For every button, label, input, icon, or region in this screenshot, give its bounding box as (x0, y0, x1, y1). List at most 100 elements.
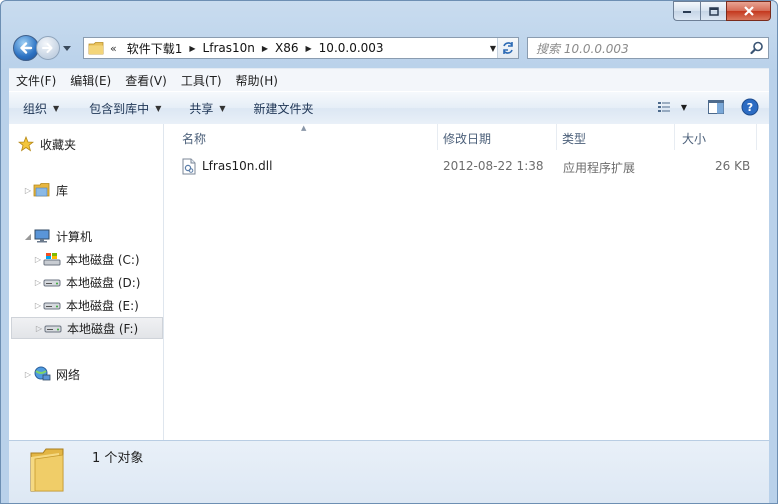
sidebar-label: 网络 (56, 367, 81, 382)
menu-tools[interactable]: 工具(T) (174, 72, 229, 89)
explorer-window: « 软件下载1 ▶ Lfras10n ▶ X86 ▶ 10.0.0.003 ▼ 搜索 … (0, 0, 778, 504)
breadcrumb-4[interactable]: 10.0.0.003 (315, 41, 388, 55)
column-divider[interactable] (437, 124, 438, 150)
system-drive-icon (43, 251, 61, 267)
expand-arrow-icon[interactable]: ▷ (33, 278, 43, 287)
breadcrumb-label: Lfras10n (202, 41, 255, 55)
main-area: 收藏夹 ▷ 库 ◢ 计算机 ▷ 本地磁盘 (C:) ▷ 本地磁盘 (D:) ▷ … (9, 124, 769, 441)
menu-edit[interactable]: 编辑(E) (63, 72, 118, 89)
dropdown-arrow-icon: ▼ (53, 103, 60, 113)
search-icon[interactable] (750, 41, 764, 55)
folder-icon (30, 448, 64, 492)
column-header-size[interactable]: 大小 (682, 130, 706, 147)
breadcrumb-3[interactable]: X86 ▶ (271, 41, 315, 55)
sidebar-item-computer[interactable]: ◢ 计算机 (23, 225, 92, 247)
menu-view[interactable]: 查看(V) (118, 72, 174, 89)
breadcrumb-overflow[interactable]: « (110, 42, 117, 55)
new-folder-label: 新建文件夹 (253, 101, 314, 116)
file-row[interactable]: Lfras10n.dll 2012-08-22 1:38 应用程序扩展 26 K… (180, 156, 769, 178)
expand-arrow-icon[interactable]: ▷ (34, 324, 44, 333)
star-icon (17, 136, 35, 152)
file-size: 26 KB (715, 159, 751, 173)
breadcrumb-arrow-icon[interactable]: ▶ (303, 44, 315, 53)
arrow-right-icon (42, 43, 53, 53)
drive-icon (43, 274, 61, 290)
menu-file[interactable]: 文件(F) (9, 72, 63, 89)
column-divider[interactable] (556, 124, 557, 150)
drive-icon (43, 297, 61, 313)
navigation-buttons (13, 35, 72, 61)
recent-pages-button[interactable] (62, 43, 72, 53)
column-header-modified[interactable]: 修改日期 (443, 130, 491, 147)
svg-text:?: ? (747, 101, 753, 114)
drive-icon (44, 320, 62, 336)
share-button[interactable]: 共享 ▼ (171, 100, 235, 117)
sidebar-item-favorites[interactable]: 收藏夹 (17, 133, 76, 155)
menu-help[interactable]: 帮助(H) (229, 72, 285, 89)
preview-pane-button[interactable] (707, 99, 725, 115)
organize-label: 组织 (23, 101, 48, 116)
breadcrumb-arrow-icon[interactable]: ▶ (259, 44, 271, 53)
help-icon: ? (741, 98, 759, 116)
expand-arrow-icon[interactable]: ▷ (23, 370, 33, 379)
computer-icon (33, 228, 51, 244)
sidebar-label: 收藏夹 (40, 137, 77, 152)
sidebar-item-drive-c[interactable]: ▷ 本地磁盘 (C:) (33, 248, 140, 270)
include-in-library-button[interactable]: 包含到库中 ▼ (69, 100, 171, 117)
item-count: 1 个对象 (92, 451, 144, 466)
dll-file-icon (182, 158, 196, 178)
details-pane: 1 个对象 (9, 440, 769, 503)
expand-arrow-icon[interactable]: ▷ (23, 186, 33, 195)
sidebar-item-drive-f[interactable]: ▷ 本地磁盘 (F:) (11, 317, 163, 339)
breadcrumb-1[interactable]: 软件下载1 ▶ (123, 40, 199, 57)
change-view-button[interactable]: ▼ (657, 100, 687, 114)
file-modified: 2012-08-22 1:38 (443, 159, 544, 173)
address-history-dropdown[interactable]: ▼ (490, 38, 496, 58)
breadcrumb-arrow-icon[interactable]: ▶ (186, 44, 198, 53)
address-bar[interactable]: « 软件下载1 ▶ Lfras10n ▶ X86 ▶ 10.0.0.003 ▼ (83, 37, 519, 59)
file-name: Lfras10n.dll (202, 159, 273, 173)
sidebar-item-libraries[interactable]: ▷ 库 (23, 179, 68, 201)
view-dropdown-icon[interactable]: ▼ (681, 103, 687, 112)
breadcrumb-2[interactable]: Lfras10n ▶ (199, 41, 271, 55)
help-button[interactable]: ? (741, 98, 759, 116)
minimize-icon (683, 11, 691, 13)
new-folder-button[interactable]: 新建文件夹 (236, 100, 324, 117)
sidebar-label: 本地磁盘 (E:) (66, 298, 139, 313)
collapse-arrow-icon[interactable]: ◢ (23, 232, 33, 241)
column-divider[interactable] (756, 124, 757, 150)
sidebar-item-drive-e[interactable]: ▷ 本地磁盘 (E:) (33, 294, 139, 316)
minimize-button[interactable] (673, 1, 700, 21)
maximize-button[interactable] (700, 1, 726, 21)
close-button[interactable] (726, 1, 771, 21)
column-header-name[interactable]: 名称 (182, 130, 206, 147)
expand-arrow-icon[interactable]: ▷ (33, 301, 43, 310)
column-header-type[interactable]: 类型 (562, 130, 586, 147)
arrow-left-icon (20, 42, 33, 54)
navigation-pane: 收藏夹 ▷ 库 ◢ 计算机 ▷ 本地磁盘 (C:) ▷ 本地磁盘 (D:) ▷ … (9, 124, 164, 441)
chevron-down-icon (63, 45, 71, 51)
caption-buttons (673, 1, 771, 21)
sort-ascending-icon: ▲ (301, 124, 307, 132)
details-view-icon (657, 102, 670, 112)
close-icon (743, 6, 754, 16)
file-list: ▲ 名称 修改日期 类型 大小 Lfras10n.dll 2012-08-22 … (164, 124, 769, 441)
sidebar-item-drive-d[interactable]: ▷ 本地磁盘 (D:) (33, 271, 141, 293)
network-icon (33, 366, 51, 382)
organize-button[interactable]: 组织 ▼ (9, 100, 69, 117)
dropdown-arrow-icon: ▼ (489, 43, 496, 53)
sidebar-item-network[interactable]: ▷ 网络 (23, 363, 80, 385)
forward-button[interactable] (36, 36, 60, 60)
sidebar-label: 本地磁盘 (F:) (67, 321, 139, 336)
dropdown-arrow-icon: ▼ (155, 103, 162, 113)
dropdown-arrow-icon: ▼ (219, 103, 226, 113)
refresh-button[interactable] (497, 38, 518, 58)
search-placeholder: 搜索 10.0.0.003 (536, 41, 629, 56)
expand-arrow-icon[interactable]: ▷ (33, 255, 43, 264)
menu-bar: 文件(F) 编辑(E) 查看(V) 工具(T) 帮助(H) (9, 68, 769, 91)
file-type: 应用程序扩展 (563, 161, 636, 175)
column-divider[interactable] (674, 124, 675, 150)
share-label: 共享 (189, 101, 214, 116)
preview-pane-icon (708, 100, 724, 114)
search-box[interactable]: 搜索 10.0.0.003 (527, 37, 769, 59)
